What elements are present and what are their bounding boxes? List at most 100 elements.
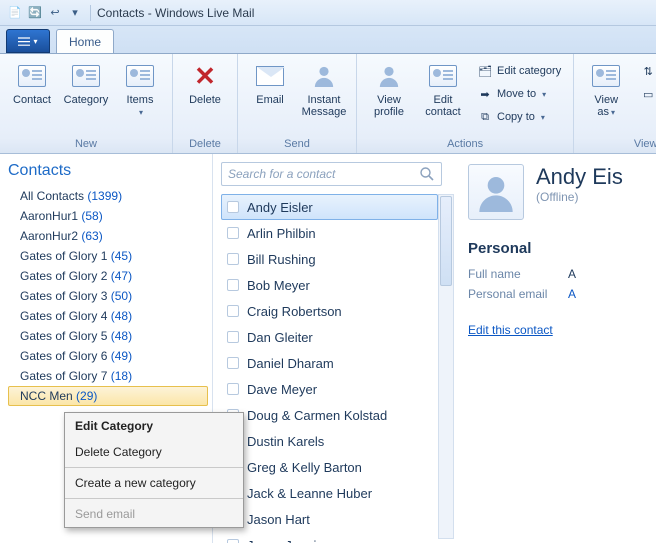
new-contact-button[interactable]: Contact — [6, 58, 58, 130]
ctx-delete-category[interactable]: Delete Category — [65, 439, 243, 465]
edit-contact-button[interactable]: Edit contact — [417, 58, 469, 130]
ribbon: Contact Category Items▾ New ✕ Delete Del… — [0, 54, 656, 154]
contact-status: (Offline) — [536, 190, 623, 204]
search-input[interactable] — [228, 167, 419, 181]
contact-list-item[interactable]: Dave Meyer — [221, 376, 438, 402]
new-items-button[interactable]: Items▾ — [114, 58, 166, 130]
contact-item-name: Jack & Leanne Huber — [247, 486, 372, 501]
contact-list-item[interactable]: Greg & Kelly Barton — [221, 454, 438, 480]
contact-bullet-icon — [227, 539, 239, 543]
contact-list-item[interactable]: Bob Meyer — [221, 272, 438, 298]
title-bar: 📄 🔄 ↩ ▾ Contacts - Windows Live Mail — [0, 0, 656, 26]
nav-item-label: NCC Men — [20, 389, 73, 403]
nav-item-count: (50) — [111, 289, 132, 303]
email-value[interactable]: A — [568, 287, 576, 301]
tab-home[interactable]: Home — [56, 29, 114, 53]
copyto-icon: ⧉ — [477, 109, 493, 125]
contact-list-item[interactable]: Daniel Dharam — [221, 350, 438, 376]
nav-item-count: (48) — [111, 309, 132, 323]
qat-sync-icon[interactable]: 🔄 — [26, 4, 44, 22]
section-personal-heading: Personal — [468, 240, 656, 257]
nav-item[interactable]: All Contacts (1399) — [8, 186, 208, 206]
contact-bullet-icon — [227, 331, 239, 343]
ribbon-group-new: Contact Category Items▾ New — [0, 54, 173, 153]
nav-item-count: (1399) — [87, 189, 122, 203]
nav-item[interactable]: Gates of Glory 4 (48) — [8, 306, 208, 326]
contact-list-item[interactable]: Arlin Philbin — [221, 220, 438, 246]
ctx-create-category[interactable]: Create a new category — [65, 470, 243, 496]
sort-by-button[interactable]: ⇅Sort by▾ — [634, 60, 656, 82]
contact-list-item[interactable]: Bill Rushing — [221, 246, 438, 272]
contact-list-item[interactable]: Jason Hart — [221, 506, 438, 532]
ribbon-group-send: Email Instant Message Send — [238, 54, 357, 153]
detail-pane: Andy Eis (Offline) Personal Full nameA P… — [458, 154, 656, 543]
email-label: Personal email — [468, 287, 568, 301]
nav-item-label: AaronHur2 — [20, 229, 78, 243]
contact-item-name: Dan Gleiter — [247, 330, 313, 345]
nav-item[interactable]: Gates of Glory 5 (48) — [8, 326, 208, 346]
ribbon-tab-row: ▾ Home — [0, 26, 656, 54]
search-box[interactable] — [221, 162, 442, 186]
nav-item[interactable]: Gates of Glory 2 (47) — [8, 266, 208, 286]
scrollbar[interactable] — [438, 194, 454, 539]
nav-item-label: Gates of Glory 1 — [20, 249, 107, 263]
avatar — [468, 164, 524, 220]
nav-item-label: Gates of Glory 2 — [20, 269, 107, 283]
new-category-button[interactable]: Category — [60, 58, 112, 130]
nav-item[interactable]: Gates of Glory 7 (18) — [8, 366, 208, 386]
fullname-label: Full name — [468, 267, 568, 281]
nav-item-label: AaronHur1 — [20, 209, 78, 223]
contact-item-name: Doug & Carmen Kolstad — [247, 408, 387, 423]
scrollbar-thumb[interactable] — [440, 196, 452, 286]
contact-item-name: Jason Jennings — [247, 538, 337, 543]
contact-list-item[interactable]: Andy Eisler — [221, 194, 438, 220]
app-menu-button[interactable]: ▾ — [6, 29, 50, 53]
instant-message-button[interactable]: Instant Message — [298, 58, 350, 130]
contact-item-name: Bob Meyer — [247, 278, 310, 293]
contact-list-item[interactable]: Dustin Karels — [221, 428, 438, 454]
copy-to-button[interactable]: ⧉Copy to▾ — [471, 106, 567, 128]
view-profile-button[interactable]: View profile — [363, 58, 415, 130]
edit-category-button[interactable]: 🗂Edit category — [471, 60, 567, 82]
move-to-button[interactable]: ➡Move to▾ — [471, 83, 567, 105]
qat-new-icon[interactable]: 📄 — [6, 4, 24, 22]
qat-divider — [90, 5, 91, 21]
nav-item-count: (63) — [81, 229, 102, 243]
nav-item-label: Gates of Glory 3 — [20, 289, 107, 303]
contact-list-item[interactable]: Jack & Leanne Huber — [221, 480, 438, 506]
email-button[interactable]: Email — [244, 58, 296, 130]
delete-button[interactable]: ✕ Delete — [179, 58, 231, 130]
contact-bullet-icon — [227, 279, 239, 291]
contact-item-name: Dave Meyer — [247, 382, 317, 397]
moveto-icon: ➡ — [477, 86, 493, 102]
nav-item-count: (18) — [111, 369, 132, 383]
qat-undo-icon[interactable]: ↩ — [46, 4, 64, 22]
contact-list-item[interactable]: Jason Jennings — [221, 532, 438, 543]
window-title: Contacts - Windows Live Mail — [97, 6, 254, 20]
contact-list-item[interactable]: Dan Gleiter — [221, 324, 438, 350]
contact-item-name: Dustin Karels — [247, 434, 324, 449]
nav-item[interactable]: AaronHur2 (63) — [8, 226, 208, 246]
qat-menu-icon[interactable]: ▾ — [66, 4, 84, 22]
edit-contact-link[interactable]: Edit this contact — [468, 323, 553, 337]
category-icon: 🗂 — [477, 63, 493, 79]
nav-item[interactable]: Gates of Glory 3 (50) — [8, 286, 208, 306]
nav-item[interactable]: NCC Men (29) — [8, 386, 208, 406]
person-icon — [313, 65, 335, 87]
nav-item[interactable]: Gates of Glory 6 (49) — [8, 346, 208, 366]
envelope-icon — [256, 66, 284, 86]
contact-bullet-icon — [227, 201, 239, 213]
x-icon: ✕ — [194, 63, 216, 89]
contact-list-item[interactable]: Craig Robertson — [221, 298, 438, 324]
nav-item[interactable]: Gates of Glory 1 (45) — [8, 246, 208, 266]
contact-list-item[interactable]: Doug & Carmen Kolstad — [221, 402, 438, 428]
nav-item[interactable]: AaronHur1 (58) — [8, 206, 208, 226]
ribbon-group-view: View as▾ ⇅Sort by▾ ▭Preview View — [574, 54, 656, 153]
ctx-send-email[interactable]: Send email — [65, 501, 243, 527]
search-icon — [419, 166, 435, 182]
view-as-button[interactable]: View as▾ — [580, 58, 632, 130]
preview-button[interactable]: ▭Preview — [634, 83, 656, 105]
contact-bullet-icon — [227, 383, 239, 395]
nav-item-label: Gates of Glory 7 — [20, 369, 107, 383]
nav-item-count: (58) — [81, 209, 102, 223]
